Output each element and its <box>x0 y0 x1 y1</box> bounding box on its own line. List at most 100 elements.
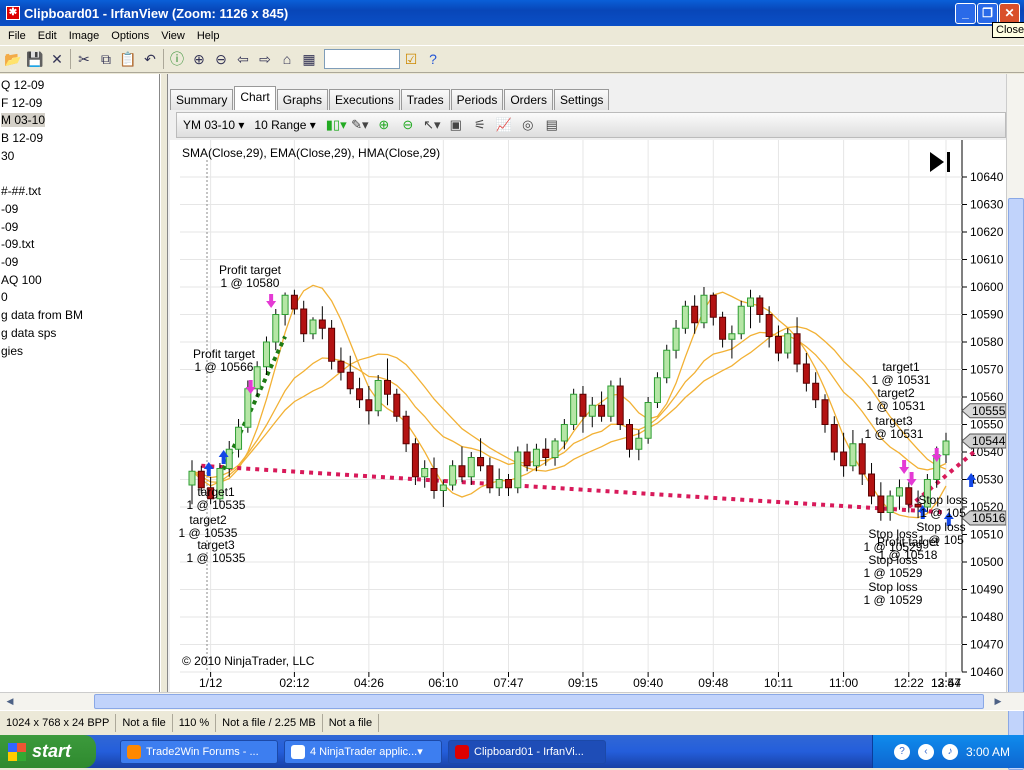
file-list-item[interactable]: F 12-09 <box>1 96 42 110</box>
undo-icon[interactable]: ↶ <box>139 48 161 70</box>
scroll-right-arrow[interactable]: ▶ <box>990 694 1006 709</box>
bar-style-icon[interactable]: ▮▯▾ <box>326 117 347 133</box>
save-icon[interactable]: 💾 <box>24 48 46 70</box>
tab-settings[interactable]: Settings <box>554 89 610 110</box>
tab-trades[interactable]: Trades <box>400 89 450 110</box>
vertical-scroll-thumb[interactable] <box>1008 198 1024 770</box>
tab-periods[interactable]: Periods <box>450 89 504 110</box>
chart-zoom-in-icon[interactable]: ⊕ <box>374 117 394 133</box>
strategies-icon[interactable]: 📈 <box>494 117 514 133</box>
restore-button[interactable]: ❐ <box>977 3 998 24</box>
slideshow-icon[interactable]: ▦ <box>298 48 320 70</box>
file-list-item[interactable]: Q 12-09 <box>1 78 44 92</box>
indicator-legend: SMA(Close,29), EMA(Close,29), HMA(Close,… <box>182 146 440 160</box>
delete-icon[interactable]: ✕ <box>46 48 68 70</box>
tab-summary[interactable]: Summary <box>170 89 234 110</box>
file-list-item[interactable]: gies <box>1 344 23 358</box>
file-list-item[interactable]: 0 <box>1 290 8 304</box>
close-button[interactable]: ✕ <box>999 3 1020 24</box>
menu-file[interactable]: File <box>2 30 32 42</box>
previous-icon[interactable]: ⇦ <box>232 48 254 70</box>
help-tray-icon[interactable]: ? <box>893 743 910 760</box>
candle-body <box>225 448 233 469</box>
menu-help[interactable]: Help <box>191 30 226 42</box>
zoom-input[interactable] <box>324 49 400 69</box>
menu-options[interactable]: Options <box>105 30 155 42</box>
horizontal-scrollbar[interactable]: ◀ ▶ <box>0 692 1024 710</box>
open-folder-icon[interactable]: 📂 <box>2 48 24 70</box>
file-list-item[interactable]: g data sps <box>1 326 56 340</box>
tab-chart[interactable]: Chart <box>234 86 276 110</box>
properties-circle-icon[interactable]: ◎ <box>518 117 538 133</box>
file-list-item[interactable]: #-##.txt <box>1 184 41 198</box>
pane-divider[interactable] <box>160 74 168 692</box>
time-tick-label: 09:40 <box>633 676 663 690</box>
candle-body <box>235 426 243 450</box>
period-dropdown[interactable]: 10 Range ▾ <box>254 118 315 132</box>
tab-orders[interactable]: Orders <box>504 89 554 110</box>
menu-view[interactable]: View <box>155 30 191 42</box>
horizontal-scroll-thumb[interactable] <box>94 694 984 709</box>
time-tick-label: 07:47 <box>493 676 523 690</box>
candle-body <box>300 308 308 335</box>
instrument-dropdown[interactable]: YM 03-10 ▾ <box>183 118 244 132</box>
menu-image[interactable]: Image <box>63 30 106 42</box>
next-icon[interactable]: ⇨ <box>254 48 276 70</box>
zoom-in-icon[interactable]: ⊕ <box>188 48 210 70</box>
price-tick-label: 10620 <box>970 225 1004 239</box>
candle-body <box>691 305 699 324</box>
trade-annotation: Stop loss <box>868 580 917 594</box>
copyright-label: © 2010 NinjaTrader, LLC <box>182 654 315 668</box>
info-icon[interactable]: ⓘ <box>166 48 188 70</box>
taskbar-item-irfanview[interactable]: Clipboard01 - IrfanVi... <box>448 739 606 764</box>
menu-edit[interactable]: Edit <box>32 30 63 42</box>
scroll-left-arrow[interactable]: ◀ <box>2 694 18 709</box>
candle-body <box>504 479 512 489</box>
zoom-out-icon[interactable]: ⊖ <box>210 48 232 70</box>
price-chart[interactable]: 10640 10630 10620 10610 10600 10590 10580 10570… <box>170 140 1007 692</box>
taskbar-item-ninjatrader[interactable]: 4 NinjaTrader applic... ▾ <box>284 739 442 764</box>
paste-icon[interactable]: 📋 <box>117 48 139 70</box>
chart-properties-icon[interactable]: ▤ <box>542 117 562 133</box>
copy-icon[interactable]: ⧉ <box>95 48 117 70</box>
start-button[interactable]: start <box>0 735 96 768</box>
back-tray-icon[interactable]: ‹ <box>917 743 934 760</box>
drawing-tool-icon[interactable]: ✎▾ <box>350 117 370 133</box>
file-list-item[interactable]: -09 <box>1 255 18 269</box>
volume-tray-icon[interactable]: ♪ <box>941 743 958 760</box>
file-list-item[interactable]: 30 <box>1 149 14 163</box>
file-list-item[interactable]: -09 <box>1 220 18 234</box>
time-tick-label: 11:00 <box>829 676 858 690</box>
candle-body <box>495 479 503 489</box>
trade-annotation: Profit target <box>193 347 256 361</box>
data-box-icon[interactable]: ▣ <box>446 117 466 133</box>
indicators-icon[interactable]: ⚟ <box>470 117 490 133</box>
price-tick-label: 10580 <box>970 335 1004 349</box>
file-list-item[interactable]: M 03-10 <box>1 113 46 128</box>
pointer-icon[interactable]: ↖▾ <box>422 117 442 133</box>
vertical-scrollbar[interactable] <box>1006 74 1024 770</box>
file-list-item[interactable]: g data from BM <box>1 308 83 322</box>
file-list-item[interactable]: AQ 100 <box>1 273 42 287</box>
candle-body <box>244 388 252 428</box>
taskbar-item-trade2win[interactable]: Trade2Win Forums - ... <box>120 739 278 764</box>
trade-annotation-price: 1 @ 10535 <box>187 498 246 512</box>
thumbnails-icon[interactable]: ⌂ <box>276 48 298 70</box>
candle-body <box>830 424 838 453</box>
candle-body <box>346 371 354 390</box>
file-list-item[interactable]: -09.txt <box>1 237 34 251</box>
help-icon[interactable]: ? <box>422 48 444 70</box>
tab-graphs[interactable]: Graphs <box>276 89 329 110</box>
file-list-item[interactable]: -09 <box>1 202 18 216</box>
minimize-button[interactable]: _ <box>955 3 976 24</box>
cut-icon[interactable]: ✂ <box>73 48 95 70</box>
properties-icon[interactable]: ☑ <box>400 48 422 70</box>
toolbar: 📂 💾 ✕ ✂ ⧉ 📋 ↶ ⓘ ⊕ ⊖ ⇦ ⇨ ⌂ ▦ ☑ ? <box>0 45 1024 73</box>
tab-executions[interactable]: Executions <box>329 89 400 110</box>
file-list-item[interactable]: B 12-09 <box>1 131 43 145</box>
candle-body <box>774 336 782 354</box>
time-tick-label: 02:12 <box>279 676 309 690</box>
candle-body <box>858 443 866 475</box>
chart-zoom-out-icon[interactable]: ⊖ <box>398 117 418 133</box>
price-tick-label: 10550 <box>970 418 1004 432</box>
